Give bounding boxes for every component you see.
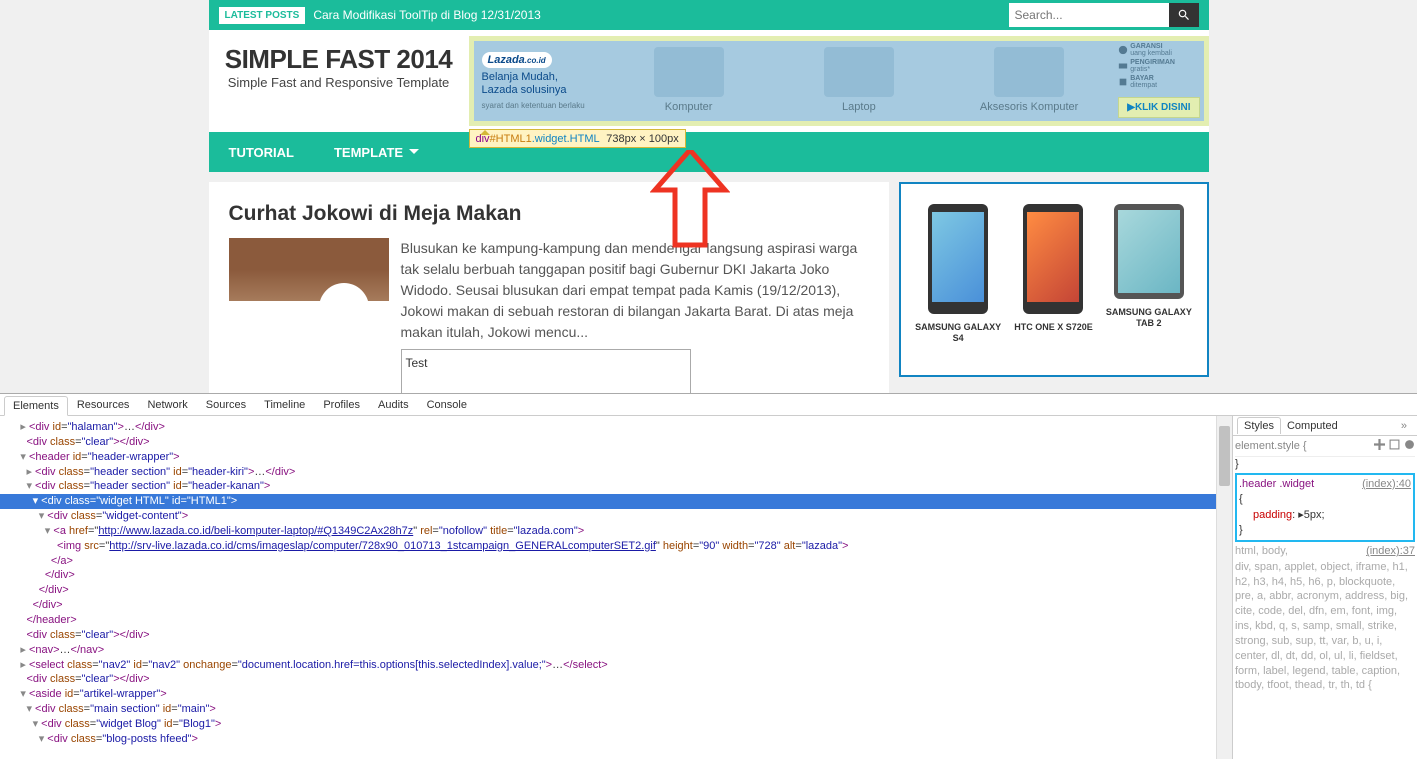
lazada-logo: Lazada.co.id <box>482 52 552 68</box>
devtools-tab-timeline[interactable]: Timeline <box>255 395 314 415</box>
devtools-tab-resources[interactable]: Resources <box>68 395 139 415</box>
dom-line[interactable]: </header> <box>0 613 1232 628</box>
banner-note: syarat dan ketentuan berlaku <box>482 101 596 110</box>
search-icon <box>1177 8 1191 22</box>
sidebar: SAMSUNG GALAXY S4 HTC ONE X S720E SAMSUN… <box>899 182 1209 393</box>
devtools-tabs: Elements Resources Network Sources Timel… <box>0 394 1417 416</box>
devtools-tab-profiles[interactable]: Profiles <box>314 395 369 415</box>
dom-line[interactable]: <div class="clear"></div> <box>0 672 1232 687</box>
dom-line[interactable]: <div class="clear"></div> <box>0 435 1232 450</box>
gear-icon[interactable] <box>1404 439 1415 450</box>
devtools-panel: Elements Resources Network Sources Timel… <box>0 393 1417 759</box>
dom-line[interactable]: ▾ <div class="main section" id="main"> <box>0 702 1232 717</box>
dom-line[interactable]: ▸ <div class="header section" id="header… <box>0 465 1232 480</box>
dom-line[interactable]: ▸ <div id="halaman">…</div> <box>0 420 1232 435</box>
banner-cta[interactable]: ▶ KLIK DISINI <box>1118 97 1199 118</box>
banner-badges: GARANSIuang kembali PENGIRIMANgratis* BA… <box>1114 41 1194 93</box>
dom-line[interactable]: ▾ <div class="widget HTML" id="HTML1"> <box>0 494 1232 509</box>
test-textarea[interactable]: Test Haba <box>401 349 691 393</box>
dom-line[interactable]: ▾ <div class="blog-posts hfeed"> <box>0 732 1232 747</box>
dom-line[interactable]: ▾ <aside id="artikel-wrapper"> <box>0 687 1232 702</box>
dom-line[interactable]: </a> <box>0 554 1232 569</box>
browser-viewport: LATEST POSTS Cara Modifikasi ToolTip di … <box>0 0 1417 393</box>
styles-tab-computed[interactable]: Computed <box>1281 418 1344 434</box>
devtools-tab-audits[interactable]: Audits <box>369 395 418 415</box>
chevron-down-icon <box>409 147 419 157</box>
scrollbar[interactable] <box>1216 416 1232 759</box>
article-title[interactable]: Curhat Jokowi di Meja Makan <box>229 202 869 226</box>
red-arrow-annotation <box>650 150 730 253</box>
dom-line[interactable]: ▾ <div class="header section" id="header… <box>0 479 1232 494</box>
styles-tab-styles[interactable]: Styles <box>1237 417 1281 434</box>
dom-line[interactable]: ▾ <header id="header-wrapper"> <box>0 450 1232 465</box>
article-excerpt: Blusukan ke kampung-kampung dan mendenga… <box>401 238 869 393</box>
banner-tagline: Belanja Mudah,Lazada solusinya <box>482 71 596 97</box>
banner-cat-laptop: Laptop <box>774 47 944 115</box>
nav-item-template[interactable]: TEMPLATE <box>334 145 419 160</box>
dom-line[interactable]: </div> <box>0 598 1232 613</box>
header-right: Lazada.co.id Belanja Mudah,Lazada solusi… <box>469 36 1209 126</box>
dom-line[interactable]: <div class="clear"></div> <box>0 628 1232 643</box>
main-column: Curhat Jokowi di Meja Makan Blusukan ke … <box>209 182 889 393</box>
search-input[interactable] <box>1009 3 1169 27</box>
inspect-tooltip: div#HTML1.widget.HTML 738px × 100px <box>469 129 686 148</box>
devtools-dom-tree[interactable]: ▸ <div id="halaman">…</div> <div class="… <box>0 416 1232 759</box>
dom-line[interactable]: ▸ <nav>…</nav> <box>0 643 1232 658</box>
header-left: SIMPLE FAST 2014 Simple Fast and Respons… <box>209 36 469 126</box>
dom-line[interactable]: ▾ <div class="widget Blog" id="Blog1"> <box>0 717 1232 732</box>
topbar: LATEST POSTS Cara Modifikasi ToolTip di … <box>209 0 1209 30</box>
devtools-tab-network[interactable]: Network <box>138 395 196 415</box>
devtools-tab-console[interactable]: Console <box>418 395 476 415</box>
article-image[interactable] <box>229 238 389 343</box>
dom-line[interactable]: ▾ <a href="http://www.lazada.co.id/beli-… <box>0 524 1232 539</box>
dom-line[interactable]: <img src="http://srv-live.lazada.co.id/c… <box>0 539 1232 554</box>
nav-item-tutorial[interactable]: TUTORIAL <box>229 145 294 160</box>
banner-cat-aksesoris: Aksesoris Komputer <box>944 47 1114 115</box>
header: SIMPLE FAST 2014 Simple Fast and Respons… <box>209 30 1209 132</box>
banner-cat-komputer: Komputer <box>604 47 774 115</box>
devtools-tab-elements[interactable]: Elements <box>4 396 68 416</box>
header-banner[interactable]: Lazada.co.id Belanja Mudah,Lazada solusi… <box>469 36 1209 126</box>
plus-icon[interactable] <box>1374 439 1385 450</box>
latest-posts-badge: LATEST POSTS <box>219 7 306 24</box>
dom-line[interactable]: ▸ <select class="nav2" id="nav2" onchang… <box>0 658 1232 673</box>
devtools-tab-sources[interactable]: Sources <box>197 395 255 415</box>
dom-line[interactable]: </div> <box>0 568 1232 583</box>
element-style-label: element.style { <box>1235 439 1307 455</box>
styles-tab-more[interactable]: » <box>1395 418 1413 434</box>
phone-1[interactable]: SAMSUNG GALAXY S4 <box>911 204 1006 375</box>
css-reset-selectors: div, span, applet, object, iframe, h1, h… <box>1235 560 1415 694</box>
search-button[interactable] <box>1169 3 1199 27</box>
styles-tabs: Styles Computed » <box>1233 416 1417 436</box>
highlighted-rule[interactable]: (index):40 .header .widget{ padding: ▸5p… <box>1235 473 1415 543</box>
dom-line[interactable]: ▾ <div class="widget-content"> <box>0 509 1232 524</box>
site-title[interactable]: SIMPLE FAST 2014 <box>209 44 469 75</box>
phone-box[interactable]: SAMSUNG GALAXY S4 HTC ONE X S720E SAMSUN… <box>899 182 1209 377</box>
latest-post-link[interactable]: Cara Modifikasi ToolTip di Blog 12/31/20… <box>313 8 1008 22</box>
phone-2[interactable]: HTC ONE X S720E <box>1006 204 1101 375</box>
hover-icon[interactable] <box>1389 439 1400 450</box>
site-subtitle: Simple Fast and Responsive Template <box>209 75 469 90</box>
phone-3[interactable]: SAMSUNG GALAXY TAB 2 <box>1101 204 1196 375</box>
dom-line[interactable]: </div> <box>0 583 1232 598</box>
devtools-styles-pane: Styles Computed » element.style { } (ind… <box>1232 416 1417 759</box>
